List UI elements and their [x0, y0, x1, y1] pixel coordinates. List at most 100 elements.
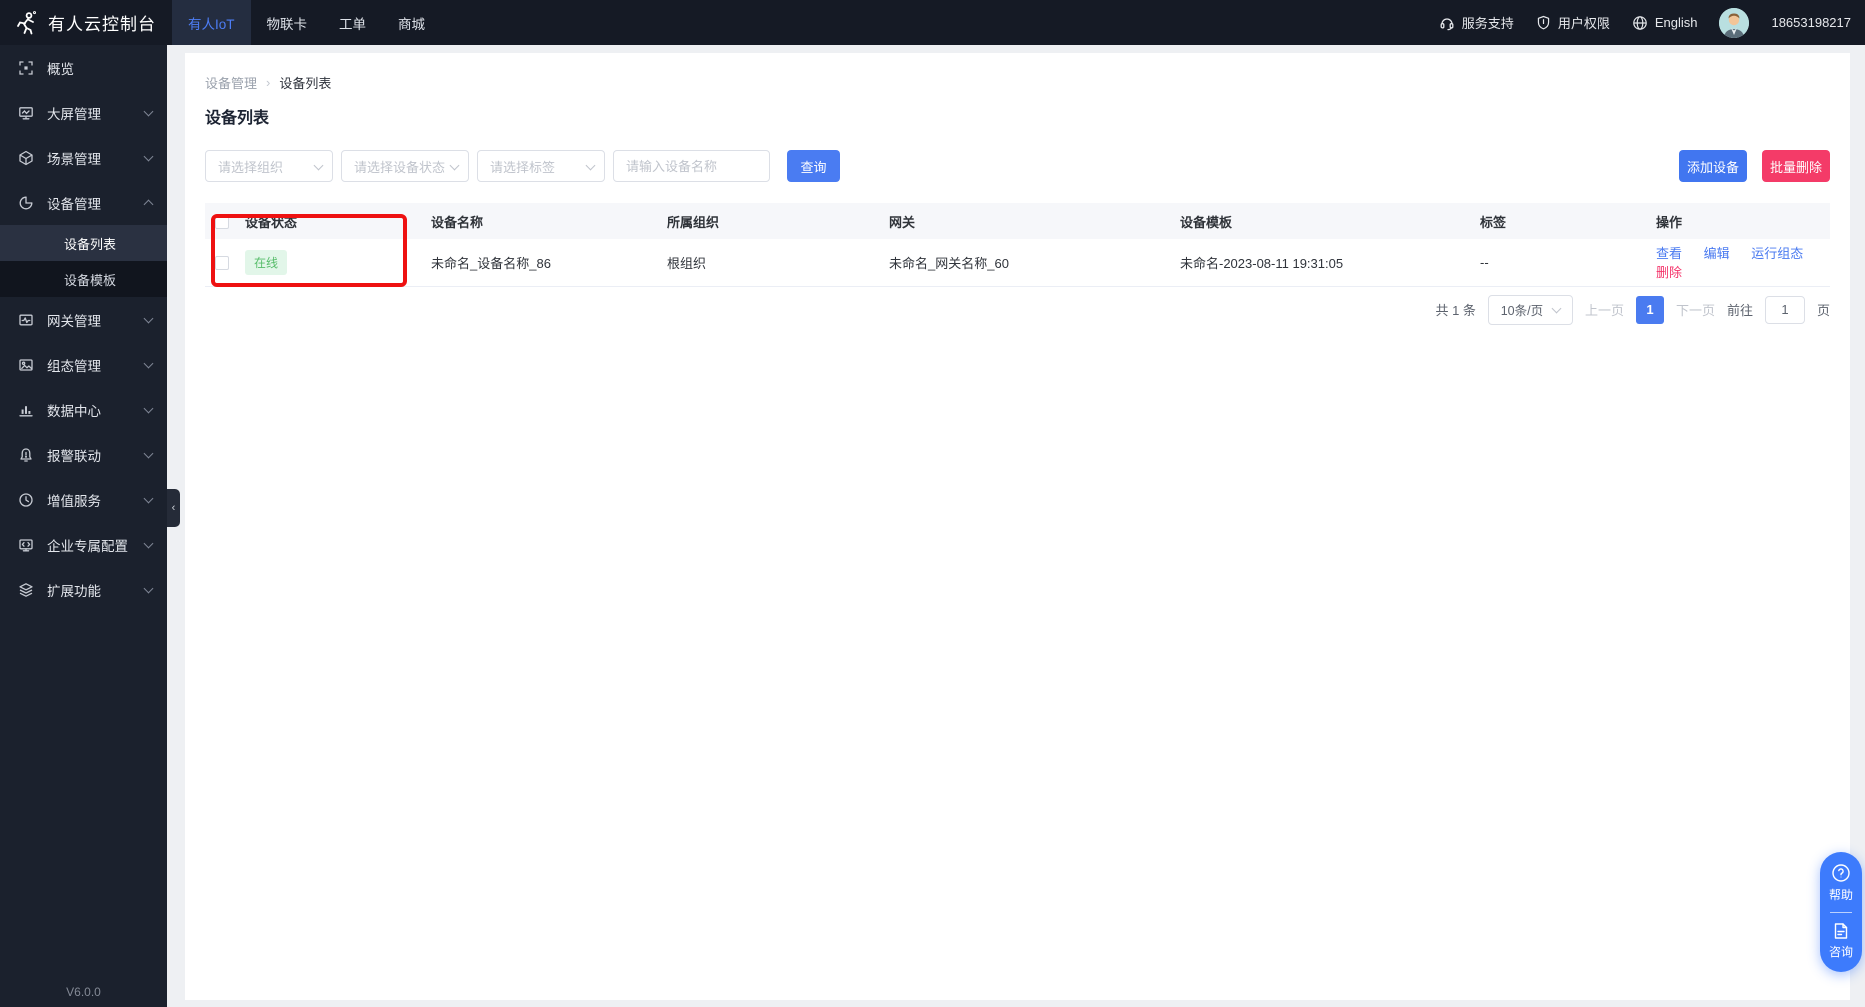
edit-link[interactable]: 编辑: [1704, 246, 1730, 261]
overview-icon: [18, 60, 34, 76]
bar-chart-icon: [18, 402, 34, 418]
gateway-cell: 未命名_网关名称_60: [889, 255, 1009, 271]
total-count-label: 共 1 条: [1435, 303, 1476, 318]
help-question-icon[interactable]: [1831, 863, 1851, 883]
col-organization: 所属组织: [667, 214, 720, 230]
table-row: 在线 未命名_设备名称_86 根组织 未命名_网关名称_60 未命名-2023-…: [205, 239, 1830, 286]
chevron-down-icon: [143, 538, 154, 548]
chevron-down-icon: [143, 313, 154, 323]
sidebar-item-label: 设备管理: [47, 196, 101, 212]
page-size-select[interactable]: 10条/页: [1487, 294, 1573, 325]
main-area: 设备管理 › 设备列表 设备列表 请选择组织 请选择设备状态 请选择标签 查询 …: [167, 45, 1865, 1007]
breadcrumb-parent[interactable]: 设备管理: [205, 73, 257, 92]
pie-chart-icon: [18, 195, 34, 211]
user-phone-number[interactable]: 18653198217: [1771, 15, 1851, 30]
next-page-button[interactable]: 下一页: [1676, 300, 1715, 319]
globe-icon: [1632, 15, 1648, 31]
actions-cell: 查看 编辑 运行组态 删除: [1646, 239, 1830, 286]
batch-delete-button[interactable]: 批量删除: [1762, 150, 1830, 182]
device-name-input[interactable]: [613, 150, 770, 182]
sidebar-item-alarm-linkage[interactable]: 报警联动: [0, 432, 167, 477]
chevron-left-icon: ‹: [171, 502, 176, 514]
sidebar-item-scene-mgmt[interactable]: 场景管理: [0, 135, 167, 180]
sidebar-item-label: 扩展功能: [47, 583, 101, 599]
device-status-select[interactable]: 请选择设备状态: [341, 150, 469, 182]
service-support[interactable]: 服务支持: [1439, 13, 1514, 32]
chevron-down-icon: [143, 151, 154, 161]
select-all-checkbox[interactable]: [215, 214, 229, 229]
gateway-icon: [18, 312, 34, 328]
chevron-down-icon: [143, 358, 154, 368]
picture-icon: [18, 357, 34, 373]
sidebar-subitem-device-template[interactable]: 设备模板: [0, 261, 167, 297]
device-template-cell: 未命名-2023-08-11 19:31:05: [1180, 255, 1344, 271]
consult-label[interactable]: 咨询: [1829, 943, 1853, 960]
sidebar-item-scada-mgmt[interactable]: 组态管理: [0, 342, 167, 387]
device-name-cell: 未命名_设备名称_86: [431, 255, 551, 271]
sidebar-item-value-added-services[interactable]: 增值服务: [0, 477, 167, 522]
help-label[interactable]: 帮助: [1829, 886, 1853, 903]
sidebar-item-label: 增值服务: [47, 493, 101, 509]
chevron-down-icon: [449, 160, 460, 170]
chevron-down-icon: [585, 160, 596, 170]
page-number-1[interactable]: 1: [1635, 295, 1664, 324]
document-icon[interactable]: [1832, 922, 1850, 940]
sidebar-item-device-mgmt[interactable]: 设备管理: [0, 180, 167, 225]
usr-logo-icon: [13, 10, 39, 36]
floating-help-widget: 帮助 咨询: [1820, 852, 1862, 972]
sidebar-item-label: 企业专属配置: [47, 538, 128, 554]
prev-page-button[interactable]: 上一页: [1585, 300, 1624, 319]
sidebar-collapse-handle[interactable]: ‹: [167, 489, 180, 527]
user-avatar[interactable]: [1719, 7, 1750, 38]
brand: 有人云控制台: [0, 0, 172, 45]
user-permissions-label: 用户权限: [1557, 16, 1610, 31]
sidebar-item-screen-mgmt[interactable]: 大屏管理: [0, 90, 167, 135]
sidebar: 概览 大屏管理 场景管理 设备管理 设备列表 设备模板 网关管理 组态管理 数据…: [0, 45, 167, 1007]
top-tab-usr-iot[interactable]: 有人IoT: [172, 0, 251, 45]
goto-page-input[interactable]: [1764, 295, 1805, 324]
status-badge: 在线: [245, 249, 288, 275]
topbar-right: 服务支持 用户权限 English 18653198217: [1439, 7, 1865, 38]
user-permissions[interactable]: 用户权限: [1536, 13, 1610, 32]
device-status-placeholder: 请选择设备状态: [354, 159, 446, 175]
view-link[interactable]: 查看: [1656, 246, 1682, 261]
top-tab-work-order[interactable]: 工单: [323, 0, 382, 45]
add-device-button[interactable]: 添加设备: [1679, 150, 1747, 182]
chevron-down-icon: [143, 403, 154, 413]
device-table: 设备状态 设备名称 所属组织 网关 设备模板 标签 操作 在线 未命名_设备名称…: [205, 203, 1830, 287]
sidebar-subitem-device-list[interactable]: 设备列表: [0, 225, 167, 261]
col-device-template: 设备模板: [1180, 214, 1233, 230]
organization-cell: 根组织: [667, 255, 707, 271]
breadcrumb-separator-icon: ›: [266, 75, 271, 90]
sidebar-item-label: 网关管理: [47, 313, 101, 329]
page-title: 设备列表: [205, 110, 270, 127]
sidebar-item-extensions[interactable]: 扩展功能: [0, 567, 167, 612]
chevron-down-icon: [143, 583, 154, 593]
run-scada-link[interactable]: 运行组态: [1751, 246, 1803, 261]
big-screen-icon: [18, 105, 34, 121]
sidebar-item-gateway-mgmt[interactable]: 网关管理: [0, 297, 167, 342]
breadcrumb: 设备管理 › 设备列表: [185, 53, 1850, 92]
top-tab-mall[interactable]: 商城: [382, 0, 441, 45]
alarm-bell-icon: [18, 447, 34, 463]
tag-select[interactable]: 请选择标签: [477, 150, 605, 182]
col-gateway: 网关: [889, 214, 916, 230]
col-device-status: 设备状态: [245, 214, 298, 230]
sidebar-item-overview[interactable]: 概览: [0, 45, 167, 90]
org-select-placeholder: 请选择组织: [218, 159, 284, 175]
cube-icon: [18, 150, 34, 166]
version-label: V6.0.0: [66, 985, 101, 999]
sidebar-item-label: 数据中心: [47, 403, 101, 419]
org-select[interactable]: 请选择组织: [205, 150, 333, 182]
row-checkbox[interactable]: [215, 256, 229, 271]
sidebar-item-enterprise-config[interactable]: 企业专属配置: [0, 522, 167, 567]
shield-icon: [1536, 15, 1551, 30]
topbar: 有人云控制台 有人IoT 物联卡 工单 商城 服务支持 用户权限 English…: [0, 0, 1865, 45]
query-button[interactable]: 查询: [787, 150, 840, 182]
language-switcher[interactable]: English: [1632, 15, 1697, 31]
page-size-value: 10条/页: [1500, 304, 1544, 318]
chevron-down-icon: [313, 160, 324, 170]
delete-link[interactable]: 删除: [1656, 265, 1682, 280]
top-tab-iot-card[interactable]: 物联卡: [251, 0, 324, 45]
sidebar-item-data-center[interactable]: 数据中心: [0, 387, 167, 432]
